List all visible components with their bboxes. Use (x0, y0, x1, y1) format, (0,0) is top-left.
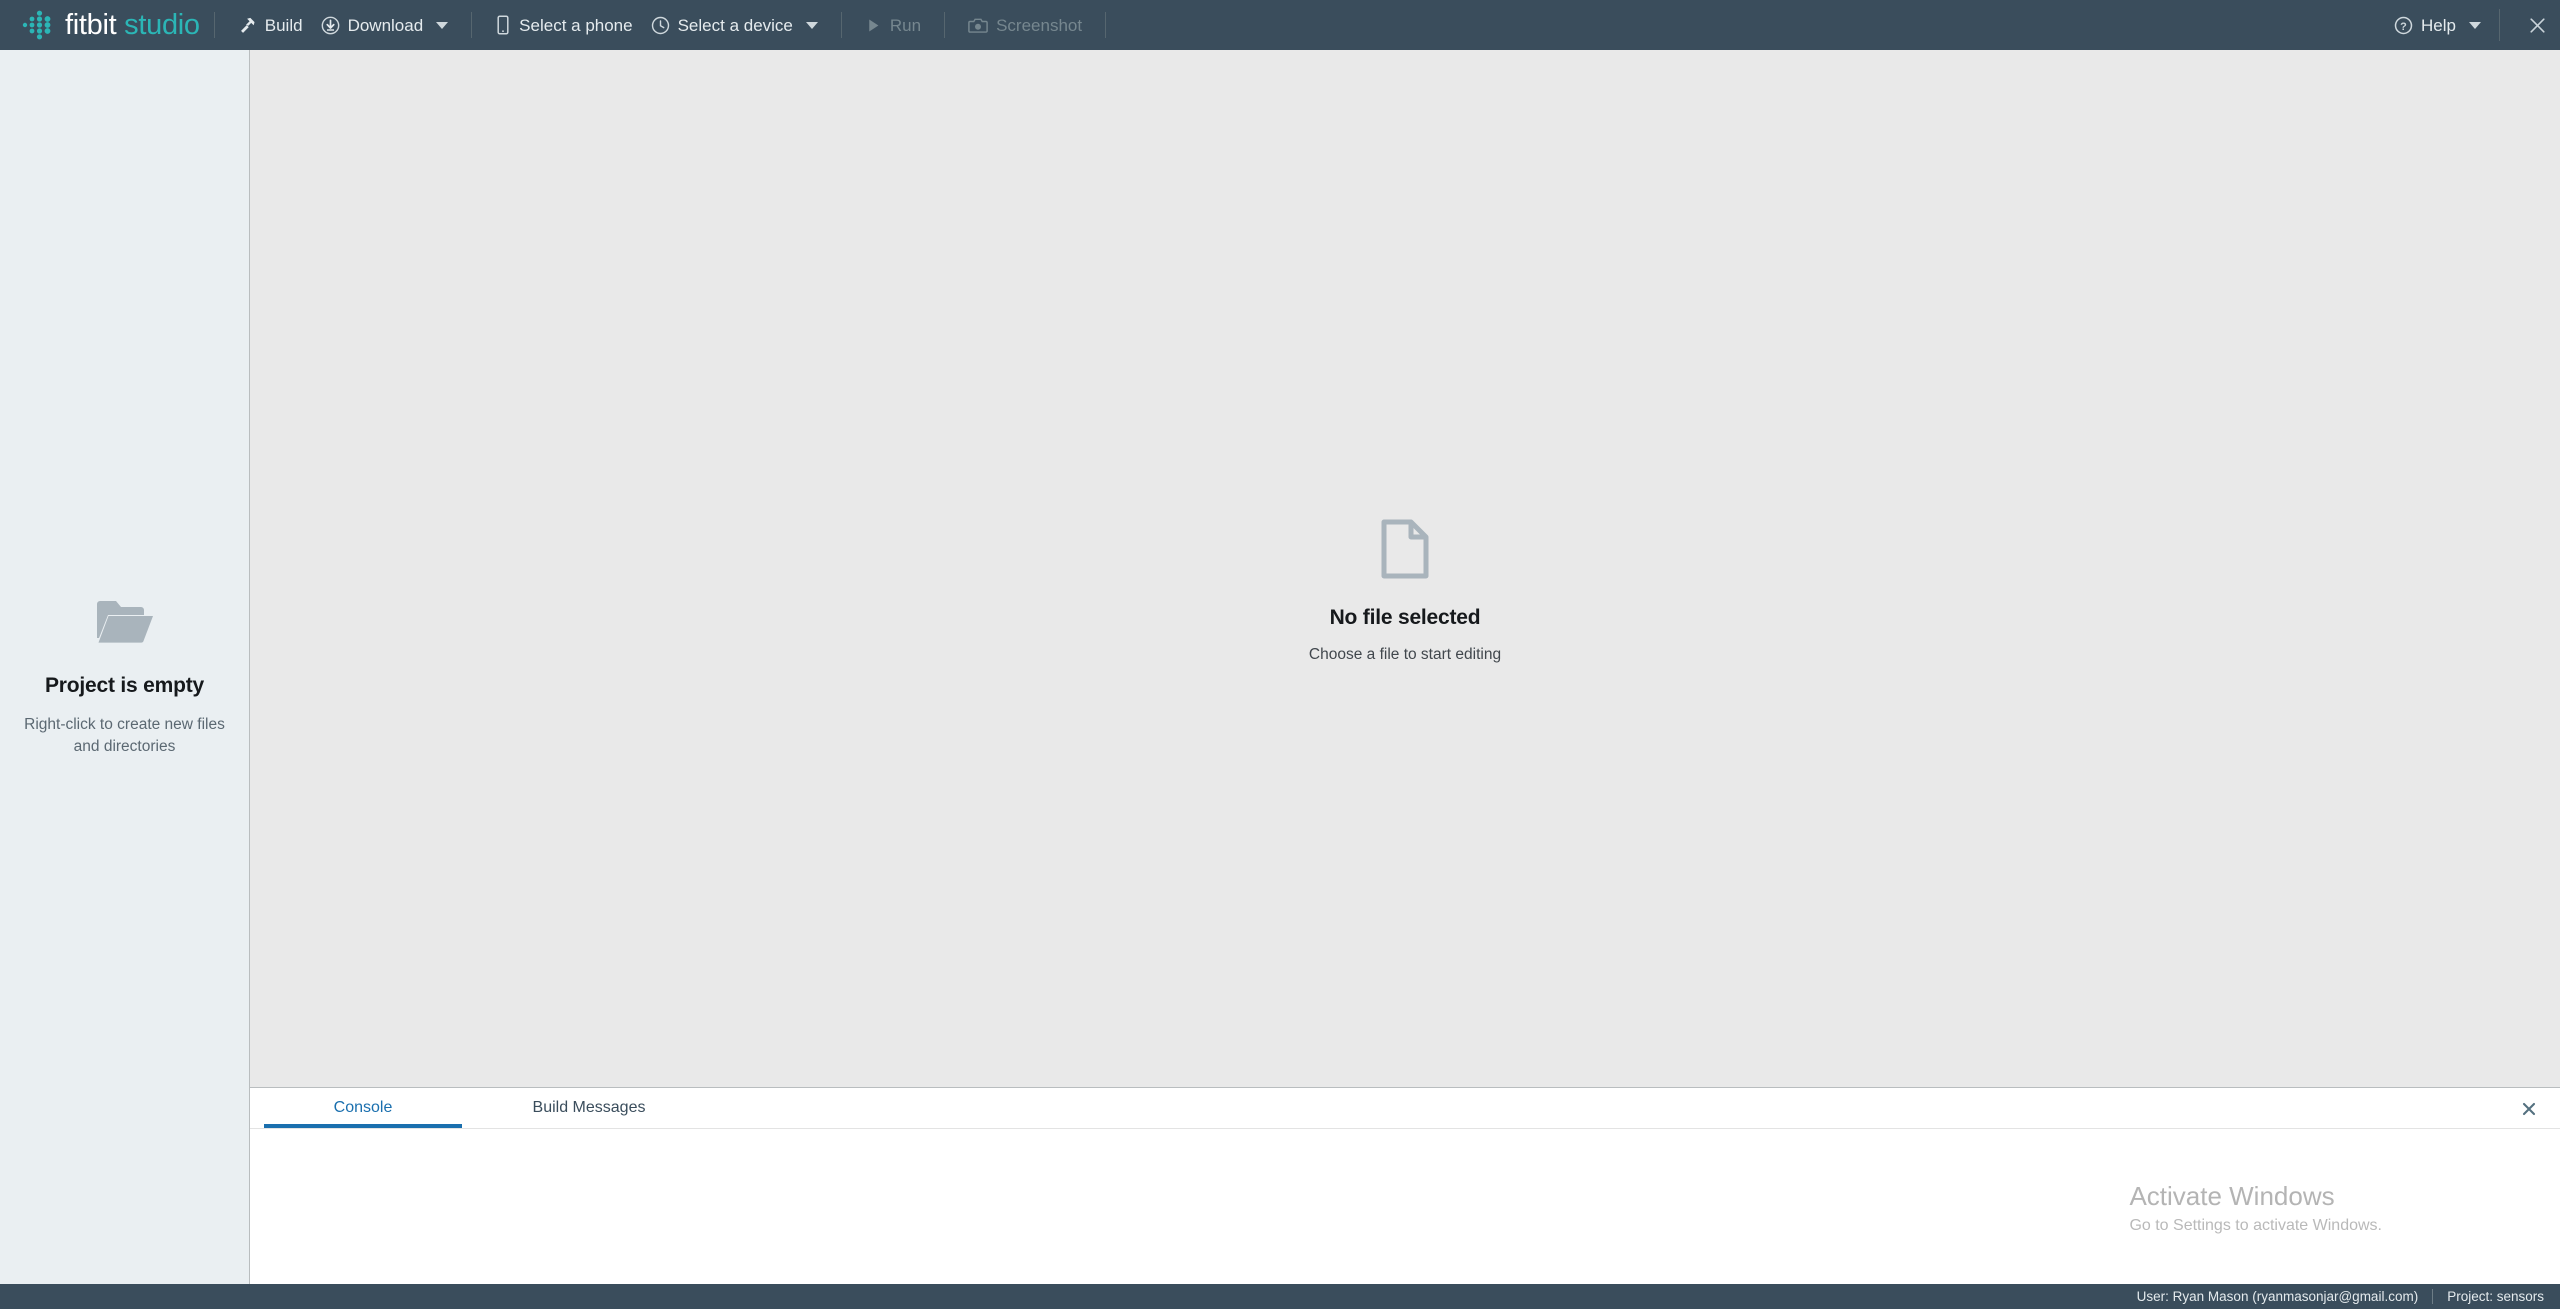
no-file-selected-state: No file selected Choose a file to start … (250, 518, 2560, 664)
select-phone-label: Select a phone (519, 15, 633, 35)
build-button[interactable]: Build (229, 0, 312, 50)
status-project: Project: sensors (2447, 1289, 2544, 1304)
tab-console[interactable]: Console (250, 1088, 476, 1128)
toolbar-divider (213, 12, 215, 38)
select-device-button[interactable]: Select a device (642, 0, 827, 50)
chevron-down-icon[interactable] (805, 21, 818, 29)
tab-console-label: Console (333, 1099, 393, 1116)
top-toolbar: fitbit studio Build Download Select a ph… (0, 0, 2560, 50)
run-button[interactable]: Run (856, 0, 930, 50)
help-button[interactable]: ? Help (2385, 0, 2485, 50)
no-file-title: No file selected (1329, 606, 1481, 629)
toolbar-divider (471, 12, 473, 38)
main-body: Project is empty Right-click to create n… (0, 50, 2560, 1284)
download-button-label: Download (347, 15, 424, 35)
tab-build-messages-label: Build Messages (532, 1099, 646, 1116)
toolbar-divider (840, 12, 842, 38)
status-user: User: Ryan Mason (ryanmasonjar@gmail.com… (2136, 1289, 2419, 1304)
logo-word-studio: studio (124, 8, 200, 41)
run-button-label: Run (889, 15, 922, 35)
svg-text:?: ? (2400, 20, 2407, 32)
status-bar: User: Ryan Mason (ryanmasonjar@gmail.com… (0, 1284, 2560, 1309)
fitbit-studio-window: fitbit studio Build Download Select a ph… (0, 0, 2560, 1309)
watch-clock-icon (651, 16, 670, 35)
logo-word-fitbit: fitbit (65, 8, 117, 41)
project-empty-title: Project is empty (44, 674, 205, 697)
status-divider (2432, 1289, 2434, 1304)
fitbit-dots-logo-icon (22, 10, 51, 40)
screenshot-button[interactable]: Screenshot (959, 0, 1091, 50)
phone-icon (495, 15, 511, 35)
tab-build-messages[interactable]: Build Messages (476, 1088, 702, 1128)
camera-icon (968, 17, 988, 34)
no-file-subtitle: Choose a file to start editing (1308, 646, 1502, 663)
question-circle-icon: ? (2394, 16, 2413, 35)
select-phone-button[interactable]: Select a phone (486, 0, 641, 50)
screenshot-button-label: Screenshot (996, 15, 1083, 35)
close-icon (2529, 17, 2545, 33)
console-panel: Console Build Messages (250, 1088, 2560, 1284)
toolbar-divider (1105, 12, 1107, 38)
console-output[interactable] (250, 1129, 2560, 1284)
window-close-button[interactable] (2514, 0, 2560, 50)
app-logo-text: fitbit studio (65, 9, 200, 42)
editor-area[interactable]: No file selected Choose a file to start … (250, 50, 2560, 1088)
project-files-sidebar[interactable]: Project is empty Right-click to create n… (0, 50, 250, 1284)
hammer-icon (238, 16, 257, 35)
select-device-label: Select a device (677, 15, 793, 35)
help-button-label: Help (2421, 15, 2456, 35)
download-button[interactable]: Download (312, 0, 458, 50)
console-close-button[interactable] (2510, 1088, 2548, 1129)
editor-column: No file selected Choose a file to start … (250, 50, 2560, 1284)
download-circle-icon (321, 16, 340, 35)
close-icon (2522, 1102, 2536, 1115)
toolbar-divider (944, 12, 946, 38)
console-tab-bar: Console Build Messages (250, 1088, 2560, 1129)
toolbar-divider (2499, 9, 2500, 41)
open-folder-icon (96, 601, 153, 643)
project-empty-subtitle: Right-click to create new files and dire… (24, 716, 225, 755)
app-logo[interactable]: fitbit studio (0, 0, 200, 50)
play-icon (865, 17, 882, 34)
chevron-down-icon[interactable] (436, 21, 449, 29)
build-button-label: Build (264, 15, 303, 35)
project-empty-state: Project is empty Right-click to create n… (0, 598, 249, 758)
file-page-icon (1381, 519, 1429, 579)
chevron-down-icon[interactable] (2469, 21, 2481, 29)
